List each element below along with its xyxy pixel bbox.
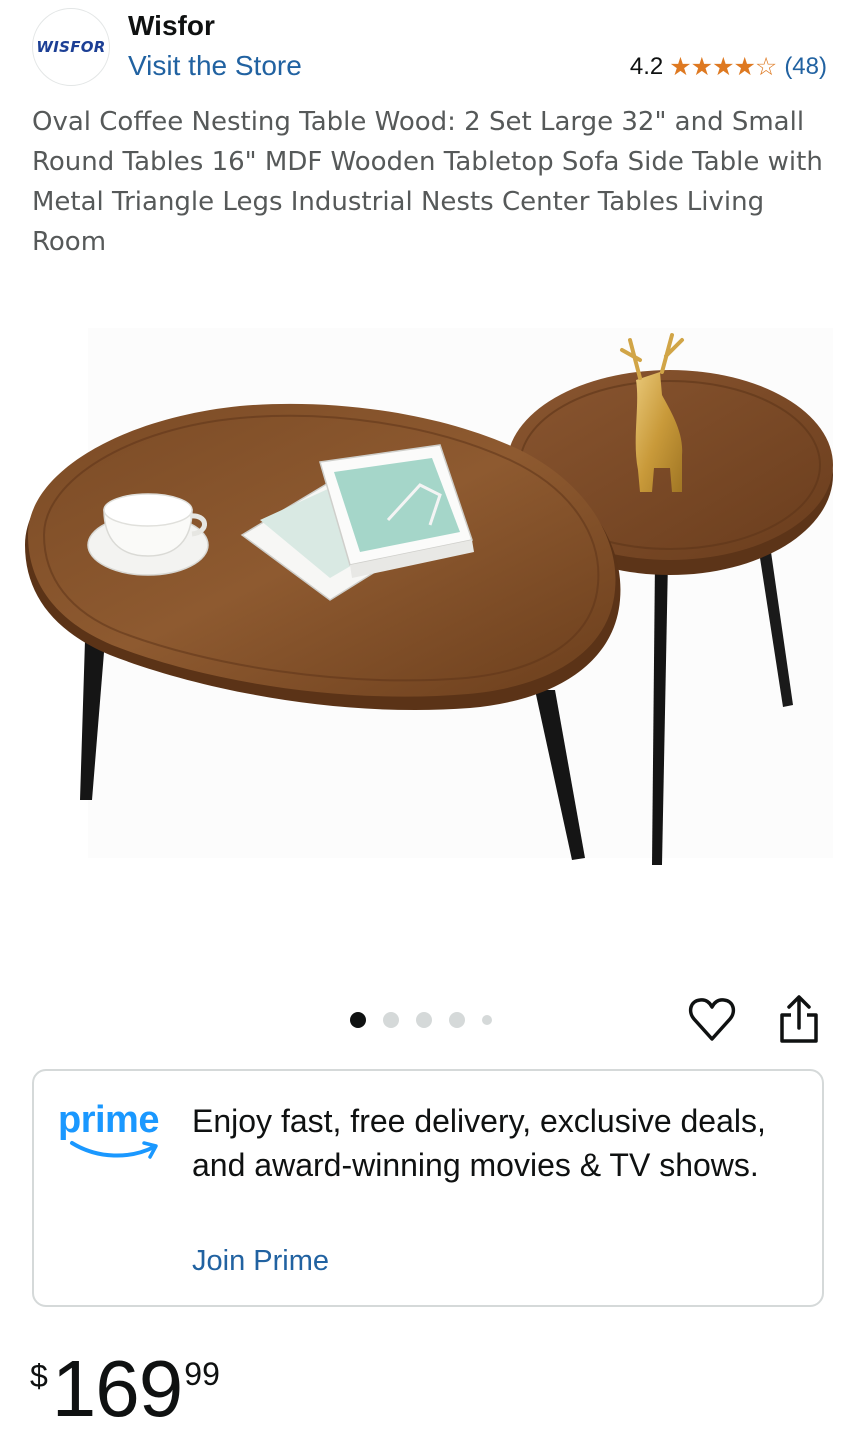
price-fraction: 99 (184, 1356, 220, 1392)
carousel-dot[interactable] (350, 1012, 366, 1028)
store-header: WISFOR Wisfor Visit the Store 4.2 ★★★★☆ … (32, 6, 827, 86)
star-rating-icon: ★★★★☆ (669, 53, 777, 81)
store-logo[interactable]: WISFOR (32, 8, 110, 86)
carousel-dot[interactable] (383, 1012, 399, 1028)
carousel-dot[interactable] (416, 1012, 432, 1028)
add-to-list-button[interactable] (688, 995, 736, 1045)
rating-count-link[interactable]: (48) (784, 53, 827, 81)
price-currency-symbol: $ (30, 1358, 48, 1394)
product-image[interactable] (0, 300, 857, 920)
prime-smile-icon (70, 1141, 158, 1159)
image-carousel-dots[interactable] (350, 1012, 509, 1028)
heart-icon (688, 998, 736, 1041)
join-prime-link[interactable]: Join Prime (192, 1245, 329, 1278)
carousel-dot[interactable] (482, 1015, 492, 1025)
product-price: $ 169 99 (30, 1346, 220, 1432)
prime-promo-text: Enjoy fast, free delivery, exclusive dea… (192, 1103, 766, 1183)
prime-logo-text: prime (58, 1099, 159, 1141)
carousel-dot[interactable] (449, 1012, 465, 1028)
product-title: Oval Coffee Nesting Table Wood: 2 Set La… (32, 107, 823, 257)
rating-summary[interactable]: 4.2 ★★★★☆ (48) (630, 52, 827, 82)
product-photo (25, 328, 833, 865)
store-logo-text: WISFOR (36, 38, 106, 56)
rating-value: 4.2 (629, 53, 664, 80)
prime-promo-card: prime Enjoy fast, free delivery, exclusi… (32, 1069, 824, 1307)
share-button[interactable] (776, 993, 822, 1045)
store-name[interactable]: Wisfor (128, 10, 215, 42)
price-whole: 169 (51, 1344, 183, 1433)
visit-store-link[interactable]: Visit the Store (128, 50, 302, 82)
share-icon (780, 995, 818, 1043)
prime-logo: prime (58, 1099, 178, 1169)
cup-and-saucer (87, 493, 209, 576)
